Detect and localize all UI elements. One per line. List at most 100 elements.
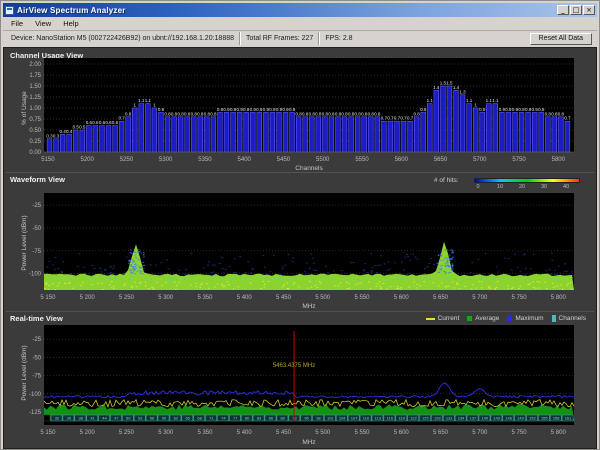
minimize-button[interactable]: _ (557, 5, 569, 15)
band-speckle (263, 281, 265, 282)
reset-all-data-button[interactable]: Reset All Data (530, 33, 592, 45)
rf-frames-status: Total RF Frames: 227 (241, 35, 318, 42)
band-speckle (58, 283, 60, 284)
peak-spray (445, 265, 447, 266)
menu-item-file[interactable]: File (5, 18, 29, 29)
peak-spray (129, 269, 131, 270)
noise-dot (126, 257, 128, 258)
band-sparkle (199, 279, 201, 280)
device-status: Device: NanoStation M5 (002722426B92) on… (6, 35, 239, 42)
menu-item-help[interactable]: Help (57, 18, 84, 29)
band-sparkle (240, 278, 242, 279)
cursor-frequency-label: 5463.4375 MHz (273, 363, 315, 369)
noise-dot (166, 259, 168, 260)
channel-number: 32 (55, 416, 60, 421)
noise-dot (250, 272, 252, 273)
band-speckle (148, 288, 150, 289)
band-speckle (317, 287, 319, 288)
band-speckle (293, 284, 295, 285)
peak-spray (446, 266, 448, 267)
y-axis-label: Power Level (dBm) (21, 215, 28, 270)
band-sparkle (129, 279, 131, 280)
noise-dot (123, 273, 125, 274)
channel-number: 77 (233, 416, 238, 421)
menu-item-view[interactable]: View (29, 18, 57, 29)
band-speckle (349, 283, 351, 284)
band-speckle (377, 283, 379, 284)
noise-dot (417, 259, 419, 260)
band-sparkle (430, 278, 432, 279)
close-button[interactable]: × (583, 5, 595, 15)
noise-dot (312, 258, 314, 259)
channel-number: 152 (529, 416, 536, 421)
menu-bar: File View Help (3, 17, 597, 30)
usage-bar (473, 108, 478, 152)
peak-spray (447, 262, 449, 263)
peak-spray (452, 268, 454, 269)
noise-dot (407, 256, 409, 257)
peak-spray (137, 258, 139, 259)
band-speckle (496, 287, 498, 288)
usage-bar (211, 117, 216, 152)
x-tick-label: 5300 (159, 157, 173, 163)
band-speckle (284, 284, 286, 285)
peak-spray (452, 250, 454, 251)
peak-spray (449, 261, 451, 262)
status-toolbar: Device: NanoStation M5 (002722426B92) on… (3, 30, 597, 46)
noise-dot (409, 260, 411, 261)
peak-spray (440, 254, 442, 255)
usage-bar (506, 112, 511, 152)
realtime-chart[interactable]: -25-50-75-100-12532353841444750535659626… (6, 325, 597, 449)
peak-spray (446, 257, 448, 258)
band-speckle (445, 287, 447, 288)
peak-spray (134, 251, 136, 252)
y-tick-label: -100 (29, 392, 42, 398)
peak-spray (130, 273, 132, 274)
peak-spray (452, 267, 454, 268)
title-bar[interactable]: AirView Spectrum Analyzer _ □ × (3, 3, 597, 17)
band-sparkle (362, 279, 364, 280)
x-tick-label: 5200 (81, 157, 95, 163)
band-sparkle (556, 278, 558, 279)
noise-dot (376, 272, 378, 273)
usage-bar (54, 139, 59, 152)
usage-bar (257, 112, 262, 152)
y-axis-label: % of Usage (21, 91, 28, 125)
noise-dot (208, 261, 210, 262)
band-speckle (134, 282, 136, 283)
maximize-button[interactable]: □ (570, 5, 582, 15)
usage-bar (460, 95, 465, 152)
usage-bar (290, 112, 295, 152)
channel-number: 134 (458, 416, 465, 421)
band-speckle (287, 282, 289, 283)
usage-bar (454, 90, 459, 152)
noise-dot (239, 256, 241, 257)
noise-dot (245, 272, 247, 273)
noise-dot (546, 270, 548, 271)
noise-dot (408, 273, 410, 274)
peak-spray (139, 251, 141, 252)
band-speckle (111, 287, 113, 288)
bar-value-label: 0.7 (407, 116, 414, 121)
x-tick-label: 5 550 (354, 295, 370, 301)
usage-bar (467, 104, 472, 152)
noise-dot (370, 253, 372, 254)
legend-label: Average (475, 315, 499, 322)
hits-legend: # of hits: 010203040 (434, 176, 584, 192)
window-title: AirView Spectrum Analyzer (17, 6, 557, 15)
band-sparkle (274, 278, 276, 279)
noise-dot (325, 266, 327, 267)
band-speckle (397, 286, 399, 287)
peak-spray (446, 259, 448, 260)
band-sparkle (57, 279, 59, 280)
x-tick-label: 5 400 (237, 295, 253, 301)
band-speckle (199, 287, 201, 288)
x-tick-label: 5150 (41, 157, 55, 163)
band-speckle (518, 288, 520, 289)
band-speckle (347, 288, 349, 289)
noise-dot (149, 264, 151, 265)
band-speckle (423, 281, 425, 282)
usage-bar (427, 104, 432, 152)
bar-value-label: 0.6 (112, 120, 119, 125)
band-speckle (52, 283, 54, 284)
